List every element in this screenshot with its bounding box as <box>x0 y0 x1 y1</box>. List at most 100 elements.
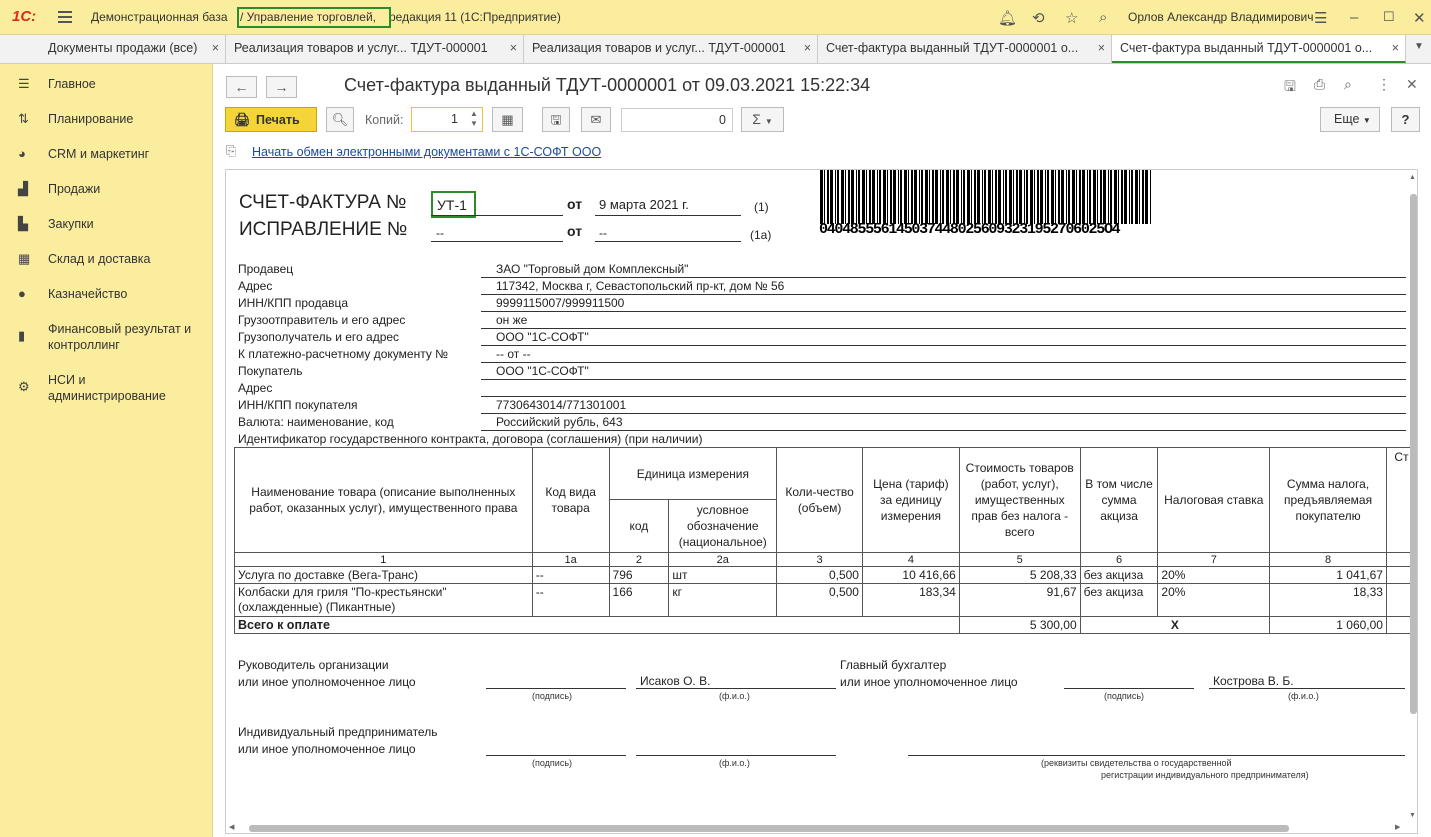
maximize-icon[interactable]: ☐ <box>1383 9 1395 25</box>
sidebar-item-warehouse[interactable]: ▦ Склад и доставка <box>0 251 213 281</box>
history-icon[interactable]: ⟲ <box>1032 9 1045 27</box>
forward-button[interactable]: → <box>266 76 297 98</box>
cell-cost: 91,67 <box>958 583 1081 617</box>
save-button[interactable]: 🖫︎ <box>542 107 570 132</box>
print-button-label: Печать <box>256 113 300 127</box>
close-icon[interactable]: × <box>804 41 811 55</box>
close-icon[interactable]: × <box>212 41 219 55</box>
sidebar-item-treasury[interactable]: ● Казначейство <box>0 286 213 316</box>
accountant-label: Главный бухгалтер <box>840 658 947 672</box>
col-num: 4 <box>861 552 960 567</box>
barcode-bar <box>872 170 875 224</box>
barcode-bar <box>1139 170 1140 224</box>
sidebar-item-purchases[interactable]: ▙ Закупки <box>0 216 213 246</box>
barcode-bar <box>919 170 920 224</box>
user-name[interactable]: Орлов Александр Владимирович <box>1128 10 1314 24</box>
contract-id-label: Идентификатор государственного контракта… <box>238 432 703 446</box>
barcode-bar <box>820 170 823 224</box>
main-menu-icon[interactable] <box>58 11 72 23</box>
tabs-dropdown-icon[interactable]: ▼ <box>1414 41 1424 52</box>
sidebar-item-sales[interactable]: ▟ Продажи <box>0 181 213 211</box>
page-title: Счет-фактура выданный ТДУТ-0000001 от 09… <box>344 75 871 95</box>
close-window-icon[interactable]: ✕ <box>1413 9 1426 27</box>
barcode-bar <box>1051 170 1054 224</box>
col-num: 7 <box>1157 552 1271 567</box>
warehouse-icon: ▦ <box>18 251 31 266</box>
cell-type: -- <box>531 566 610 584</box>
col-num: 2а <box>668 552 778 567</box>
more-button[interactable]: Еще ▼ <box>1320 107 1380 132</box>
sum-label: Σ <box>752 111 761 127</box>
copies-label: Копий: <box>365 113 404 127</box>
barcode-bar <box>1110 170 1112 224</box>
barcode-bar <box>1131 170 1133 224</box>
barcode-bar <box>940 170 941 224</box>
sidebar-item-main[interactable]: ☰ Главное <box>0 76 213 106</box>
horizontal-scrollbar[interactable]: ◀ ▶ <box>225 822 1407 834</box>
sidebar-item-crm[interactable]: ◕ CRM и маркетинг <box>0 146 213 176</box>
date-label: от <box>567 196 583 212</box>
planning-icon: ⇅ <box>18 111 29 126</box>
cell-cost: 5 208,33 <box>958 566 1081 584</box>
star-icon[interactable]: ☆ <box>1065 9 1078 27</box>
entrepreneur-label-2: или иное уполномоченное лицо <box>238 742 416 756</box>
tab-invoice-active[interactable]: Счет-фактура выданный ТДУТ-0000001 о... × <box>1112 35 1406 63</box>
settings-icon[interactable]: ☰ <box>1314 9 1327 27</box>
tab-invoice-1[interactable]: Счет-фактура выданный ТДУТ-0000001 о... × <box>818 35 1112 63</box>
tab-label: Реализация товаров и услуг... ТДУТ-00000… <box>532 41 786 55</box>
tab-realization-1[interactable]: Реализация товаров и услуг... ТДУТ-00000… <box>226 35 524 63</box>
preview-icon[interactable]: ⌕ <box>1344 76 1352 93</box>
save-icon[interactable]: 🖫︎ <box>1284 76 1296 100</box>
total-row: Всего к оплате 5 300,00 X 1 060,00 <box>234 616 1417 634</box>
head-name: Исаков О. В. <box>640 674 711 688</box>
spin-arrows-icon[interactable]: ▲ ▼ <box>470 109 478 129</box>
preview-button[interactable]: 🔍︎ <box>326 107 354 132</box>
barcode-bar <box>898 170 899 224</box>
barcode-bar <box>984 170 986 224</box>
close-icon[interactable]: ✕ <box>1406 76 1418 93</box>
barcode-bar <box>988 170 991 224</box>
more-vert-icon[interactable]: ⋮ <box>1377 76 1391 93</box>
th-qty: Коли-чество (объем) <box>776 447 863 553</box>
close-icon[interactable]: × <box>1098 41 1105 55</box>
tab-sales-docs[interactable]: Документы продажи (все) × <box>40 35 226 63</box>
back-button[interactable]: ← <box>226 76 257 98</box>
bell-icon[interactable]: 🔔︎ <box>998 9 1017 27</box>
tab-realization-2[interactable]: Реализация товаров и услуг... ТДУТ-00000… <box>524 35 818 63</box>
barcode-bar <box>858 170 860 224</box>
th-unit-code: код <box>608 499 670 553</box>
barcode-bar <box>977 170 980 224</box>
minimize-icon[interactable]: – <box>1350 9 1358 26</box>
sidebar-item-finance[interactable]: ▮ Финансовый результат и контроллинг <box>0 321 213 357</box>
barcode-bar <box>845 170 846 224</box>
barcode-bar <box>1003 170 1004 224</box>
coin-icon: ● <box>18 286 26 301</box>
edo-link[interactable]: Начать обмен электронными документами с … <box>252 145 601 159</box>
head-label: Руководитель организации <box>238 658 389 672</box>
fio-caption: (ф.и.о.) <box>719 691 750 701</box>
barcode-bar <box>1124 170 1127 224</box>
gear-icon: ⚙ <box>18 379 30 394</box>
close-icon[interactable]: × <box>510 41 517 55</box>
email-button[interactable]: ✉ <box>581 107 611 132</box>
vertical-scrollbar[interactable]: ▲ ▼ <box>1407 174 1419 824</box>
sum-button[interactable]: Σ ▼ <box>741 107 784 132</box>
help-button[interactable]: ? <box>1391 107 1420 132</box>
search-icon[interactable]: ⌕ <box>1099 9 1107 26</box>
printer-icon[interactable]: ⎙ <box>1314 76 1325 93</box>
barcode-bar <box>995 170 997 224</box>
close-icon[interactable]: × <box>1392 41 1399 55</box>
accountant-label-2: или иное уполномоченное лицо <box>840 675 1018 689</box>
th-cost: Стоимость товаров (работ, услуг), имущес… <box>958 447 1081 553</box>
number-field[interactable]: 0 <box>621 108 733 132</box>
print-button[interactable]: 🖨︎ Печать <box>225 107 317 132</box>
barcode-bar <box>1121 170 1123 224</box>
edit-button[interactable]: ▦ <box>492 107 523 132</box>
barcode-bar <box>1019 170 1022 224</box>
sidebar-item-planning[interactable]: ⇅ Планирование <box>0 111 213 141</box>
col-num: 6 <box>1079 552 1159 567</box>
barcode-bar <box>1145 170 1148 224</box>
sidebar-item-admin[interactable]: ⚙ НСИ и администрирование <box>0 372 213 408</box>
field-value: -- от -- <box>496 347 531 361</box>
col-num: 1а <box>531 552 610 567</box>
